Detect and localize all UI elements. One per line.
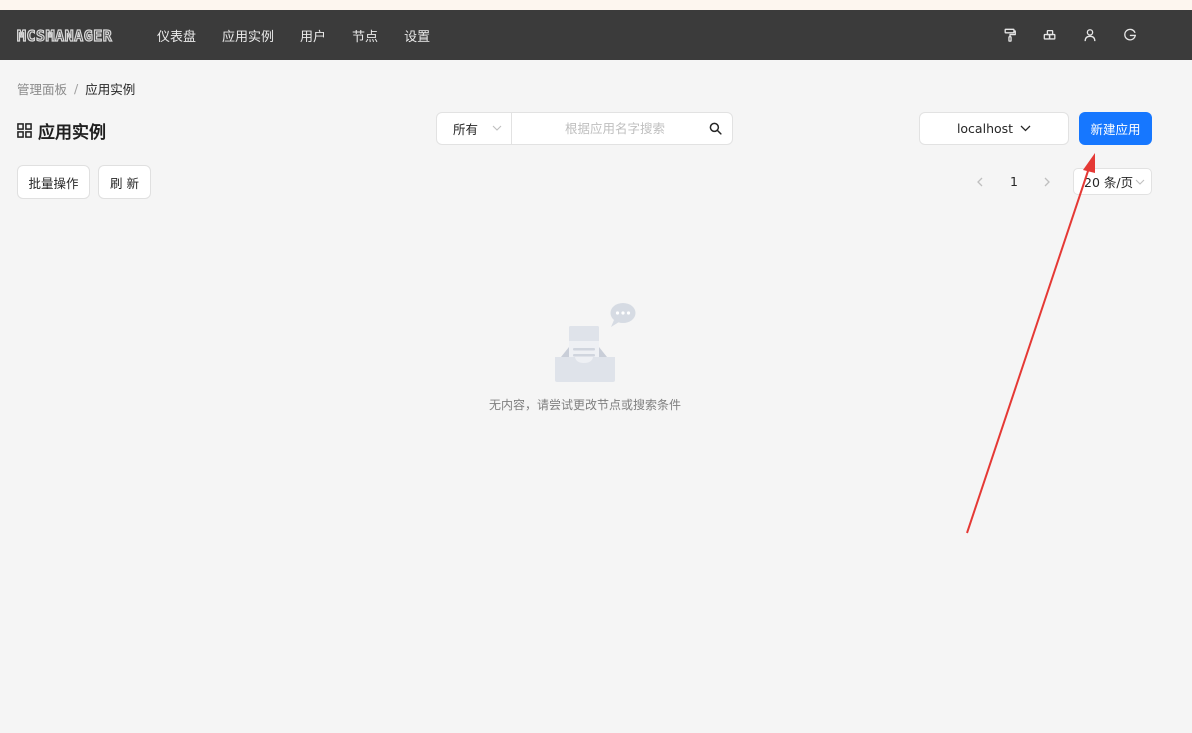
filter-select-value: 所有	[453, 122, 479, 137]
page-title-text: 应用实例	[38, 123, 106, 143]
nav-item-nodes[interactable]: 节点	[352, 26, 378, 45]
main-nav: 仪表盘 应用实例 用户 节点 设置	[157, 10, 456, 60]
breadcrumb-root[interactable]: 管理面板	[17, 79, 67, 98]
top-strip	[0, 0, 1192, 10]
logo-text: MCSMANAGER	[16, 26, 113, 45]
batch-operation-button[interactable]: 批量操作	[17, 165, 90, 199]
user-icon[interactable]	[1082, 27, 1098, 43]
pagination-next-icon[interactable]	[1040, 175, 1054, 189]
page-title: 应用实例	[17, 118, 106, 143]
nav-item-users[interactable]: 用户	[300, 26, 326, 45]
nav-item-settings[interactable]: 设置	[404, 26, 430, 45]
empty-inbox-icon	[555, 303, 636, 382]
page-size-select[interactable]: 20 条/页	[1073, 168, 1152, 195]
node-select-value: localhost	[956, 121, 1014, 136]
filter-select[interactable]: 所有	[437, 113, 512, 144]
search-input[interactable]	[512, 113, 732, 144]
search-icon[interactable]	[709, 122, 722, 135]
nav-item-instances[interactable]: 应用实例	[222, 26, 274, 45]
chevron-down-icon	[1020, 125, 1031, 132]
nav-icons	[978, 10, 1138, 60]
grid-icon	[17, 123, 32, 138]
search-group: 所有	[436, 112, 733, 145]
empty-message: 无内容，请尝试更改节点或搜索条件	[488, 398, 681, 412]
layout-icon[interactable]	[1042, 27, 1058, 43]
breadcrumb-separator: /	[74, 81, 79, 96]
create-instance-button[interactable]: 新建应用	[1079, 112, 1152, 145]
refresh-button[interactable]: 刷 新	[98, 165, 151, 199]
logout-icon[interactable]	[1122, 27, 1138, 43]
node-select[interactable]: localhost	[919, 112, 1069, 145]
breadcrumb: 管理面板 / 应用实例	[17, 79, 135, 98]
paint-roller-icon[interactable]	[1002, 27, 1018, 43]
nav-item-dashboard[interactable]: 仪表盘	[157, 26, 196, 45]
chevron-down-icon	[492, 125, 502, 131]
chevron-down-icon	[1135, 179, 1145, 185]
app-logo[interactable]: MCSMANAGER	[16, 26, 113, 45]
top-navbar: MCSMANAGER 仪表盘 应用实例 用户 节点 设置	[0, 10, 1192, 60]
pagination-page[interactable]: 1	[1004, 172, 1024, 192]
page-size-value: 20 条/页	[1084, 175, 1134, 190]
breadcrumb-current: 应用实例	[85, 82, 136, 97]
pagination-prev-icon[interactable]	[973, 175, 987, 189]
